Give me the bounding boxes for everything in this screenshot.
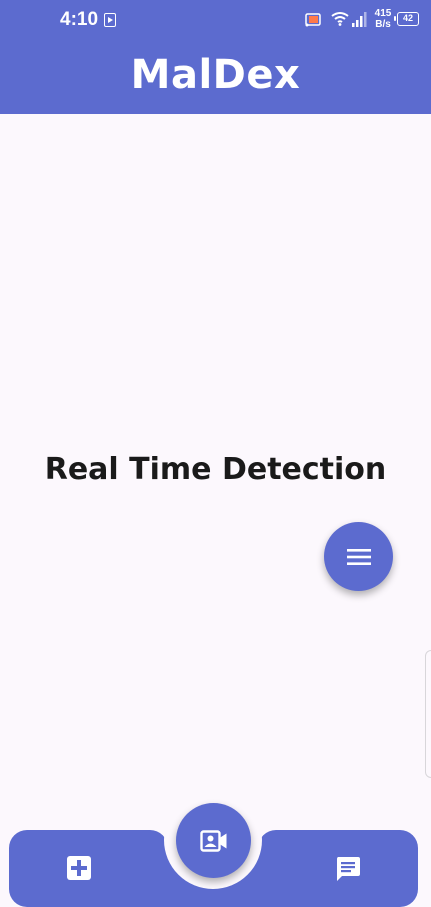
- app-bar: 4:10 415 B/s 42 MalDex: [0, 0, 431, 114]
- status-bar: 4:10 415 B/s 42: [0, 0, 431, 42]
- chat-button[interactable]: [335, 856, 361, 886]
- menu-fab-button[interactable]: [324, 522, 393, 591]
- wifi-icon: [331, 12, 349, 26]
- add-box-icon: [67, 856, 91, 880]
- edge-panel-handle[interactable]: [425, 650, 431, 778]
- video-contact-icon: [199, 829, 226, 852]
- media-icon: [104, 13, 116, 27]
- network-speed: 415 B/s: [372, 8, 394, 30]
- page-heading: Real Time Detection: [44, 452, 387, 487]
- add-button[interactable]: [66, 855, 92, 885]
- battery-icon: 42: [394, 12, 419, 26]
- network-speed-value: 415: [374, 8, 392, 19]
- menu-icon: [346, 548, 371, 565]
- signal-icon: [352, 12, 367, 27]
- chat-icon: [336, 857, 360, 881]
- status-time: 4:10: [60, 9, 99, 30]
- video-detection-fab-button[interactable]: [176, 803, 251, 878]
- network-speed-unit: B/s: [375, 19, 391, 30]
- cast-icon: [305, 13, 321, 27]
- app-title: MalDex: [130, 52, 301, 98]
